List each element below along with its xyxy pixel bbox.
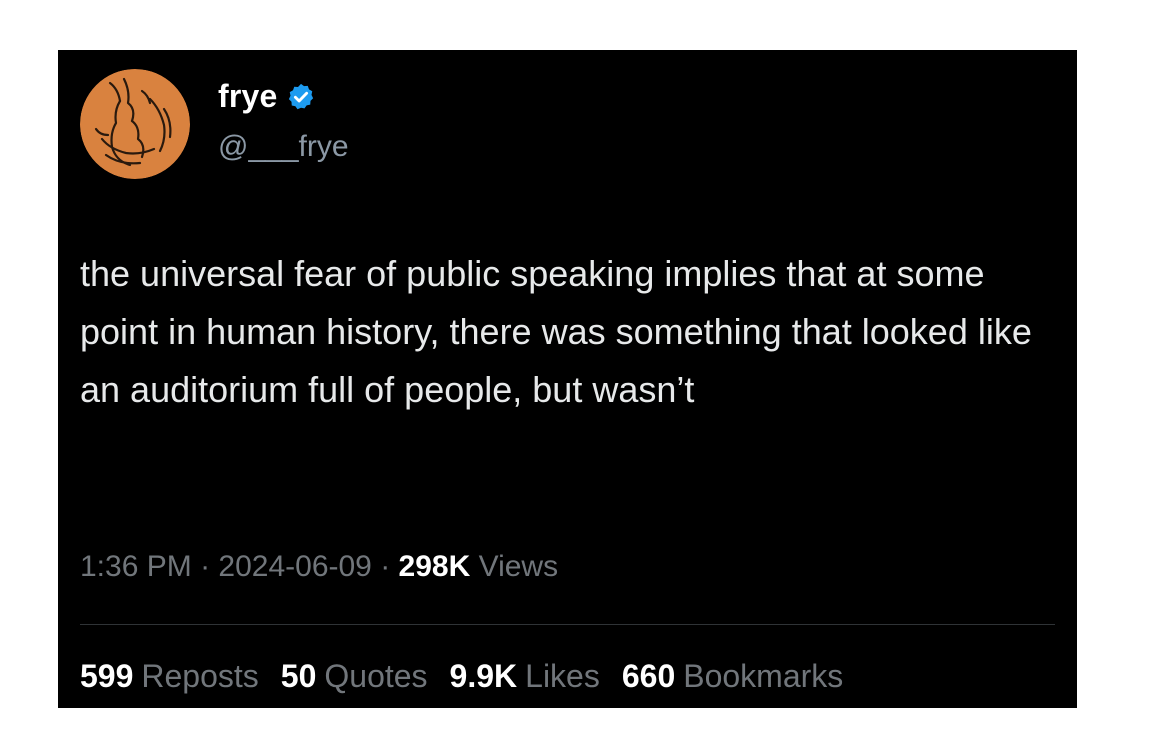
reposts-label: Reposts <box>141 658 259 694</box>
views-count: 298K <box>398 550 479 583</box>
meta-separator: · <box>200 550 219 583</box>
likes-label: Likes <box>525 658 600 694</box>
author-name-row[interactable]: frye <box>218 78 316 115</box>
reposts-count: 599 <box>80 658 134 694</box>
avatar-drawing-icon <box>80 69 190 179</box>
reposts-stat[interactable]: 599 Reposts <box>80 658 259 695</box>
views-label: Views <box>478 550 559 583</box>
meta-separator: · <box>380 550 399 583</box>
verified-badge-icon <box>286 82 316 112</box>
tweet-meta: 1:36 PM · 2024-06-09 · 298K Views <box>80 550 558 584</box>
tweet-time[interactable]: 1:36 PM <box>80 550 192 583</box>
tweet-text: the universal fear of public speaking im… <box>80 253 1032 410</box>
quotes-count: 50 <box>280 658 317 694</box>
quotes-label: Quotes <box>324 658 428 694</box>
bookmarks-label: Bookmarks <box>683 658 844 694</box>
tweet-card[interactable]: frye @___frye the universal fear of publ… <box>58 50 1077 708</box>
bookmarks-stat[interactable]: 660 Bookmarks <box>622 658 843 695</box>
likes-count: 9.9K <box>449 658 518 694</box>
avatar[interactable] <box>80 69 190 179</box>
display-name[interactable]: frye <box>218 78 278 115</box>
author-handle[interactable]: @___frye <box>218 130 349 164</box>
tweet-date[interactable]: 2024-06-09 <box>218 550 371 583</box>
quotes-stat[interactable]: 50 Quotes <box>281 658 428 695</box>
engagement-stats: 599 Reposts 50 Quotes 9.9K Likes 660 Bookmar… <box>80 658 843 695</box>
bookmarks-count: 660 <box>621 658 676 694</box>
likes-stat[interactable]: 9.9K Likes <box>450 658 600 695</box>
divider <box>80 624 1055 625</box>
